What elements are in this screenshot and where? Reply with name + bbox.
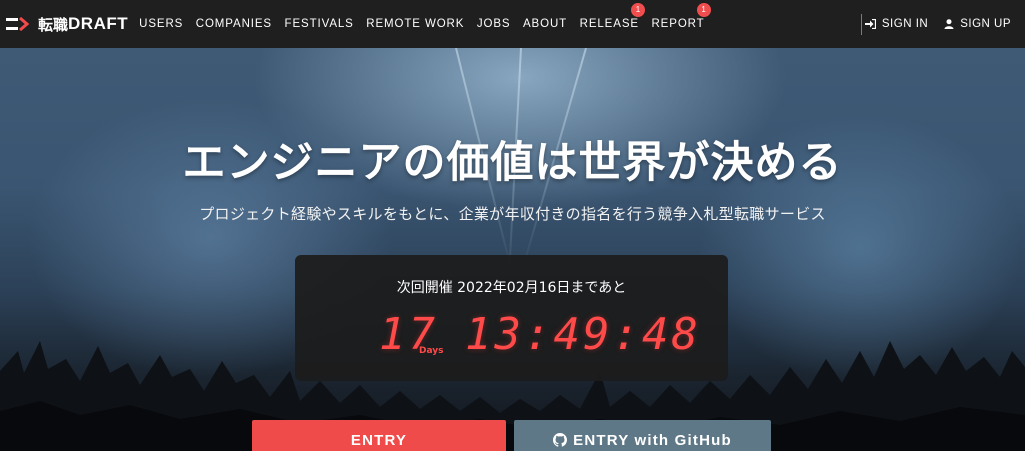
nav-link-label: ABOUT <box>522 18 568 30</box>
notification-badge: 1 <box>630 3 645 17</box>
hero-subtitle: プロジェクト経験やスキルをもとに、企業が年収付きの指名を行う競争入札型転職サービ… <box>199 205 826 223</box>
sign-in-label: SIGN IN <box>881 18 929 30</box>
nav-link-label: FESTIVALS <box>284 18 354 30</box>
hero-title: エンジニアの価値は世界が決める <box>182 138 843 188</box>
sign-in-link[interactable]: SIGN IN <box>864 18 929 30</box>
nav-link-label: REPORT <box>651 18 705 30</box>
countdown-label: 次回開催 2022年02月16日まであと <box>396 280 627 296</box>
nav-link-companies[interactable]: COMPANIES <box>196 18 272 30</box>
nav-link-remote-work[interactable]: REMOTE WORK <box>366 18 464 30</box>
nav-link-jobs[interactable]: JOBS <box>477 18 511 30</box>
countdown-time: 13:49:48 <box>465 309 701 360</box>
github-icon <box>553 433 568 447</box>
notification-badge: 1 <box>696 3 711 17</box>
nav-link-label: USERS <box>139 18 184 30</box>
entry-github-button[interactable]: ENTRY with GitHub <box>514 420 771 451</box>
logo-text-en: DRAFT <box>68 14 129 33</box>
sign-up-label: SIGN UP <box>960 18 1011 30</box>
countdown-days-label: Days <box>419 346 444 356</box>
nav-link-release[interactable]: RELEASE 1 <box>579 3 645 30</box>
auth-links: SIGN IN SIGN UP <box>849 0 1011 48</box>
nav-link-report[interactable]: REPORT 1 <box>651 3 711 30</box>
countdown-panel: 次回開催 2022年02月16日まであと 17 Days 13:49:48 <box>295 255 728 381</box>
main-nav: USERS COMPANIES FESTIVALS REMOTE WORK JOBS AB… <box>139 0 717 48</box>
nav-link-label: REMOTE WORK <box>366 18 465 30</box>
nav-link-label: JOBS <box>476 18 511 30</box>
entry-button-label: ENTRY <box>350 431 408 449</box>
site-logo[interactable]: 転職 DRAFT <box>6 0 128 48</box>
user-icon <box>944 19 954 29</box>
nav-link-about[interactable]: ABOUT <box>523 18 567 30</box>
nav-link-users[interactable]: USERS <box>139 18 183 30</box>
entry-github-button-label: ENTRY with GitHub <box>573 431 732 449</box>
nav-link-label: COMPANIES <box>195 18 273 30</box>
nav-link-label: RELEASE <box>579 18 639 30</box>
top-navbar: 転職 DRAFT USERS COMPANIES FESTIVALS REMOTE W… <box>0 0 1025 48</box>
sign-up-link[interactable]: SIGN UP <box>944 18 1011 30</box>
nav-link-festivals[interactable]: FESTIVALS <box>285 18 354 30</box>
logo-mark-icon <box>6 17 30 31</box>
sign-in-icon <box>864 19 876 29</box>
hero-section: エンジニアの価値は世界が決める プロジェクト経験やスキルをもとに、企業が年収付き… <box>0 48 1025 451</box>
entry-button[interactable]: ENTRY <box>252 420 506 451</box>
logo-text-jp: 転職 <box>38 15 69 34</box>
